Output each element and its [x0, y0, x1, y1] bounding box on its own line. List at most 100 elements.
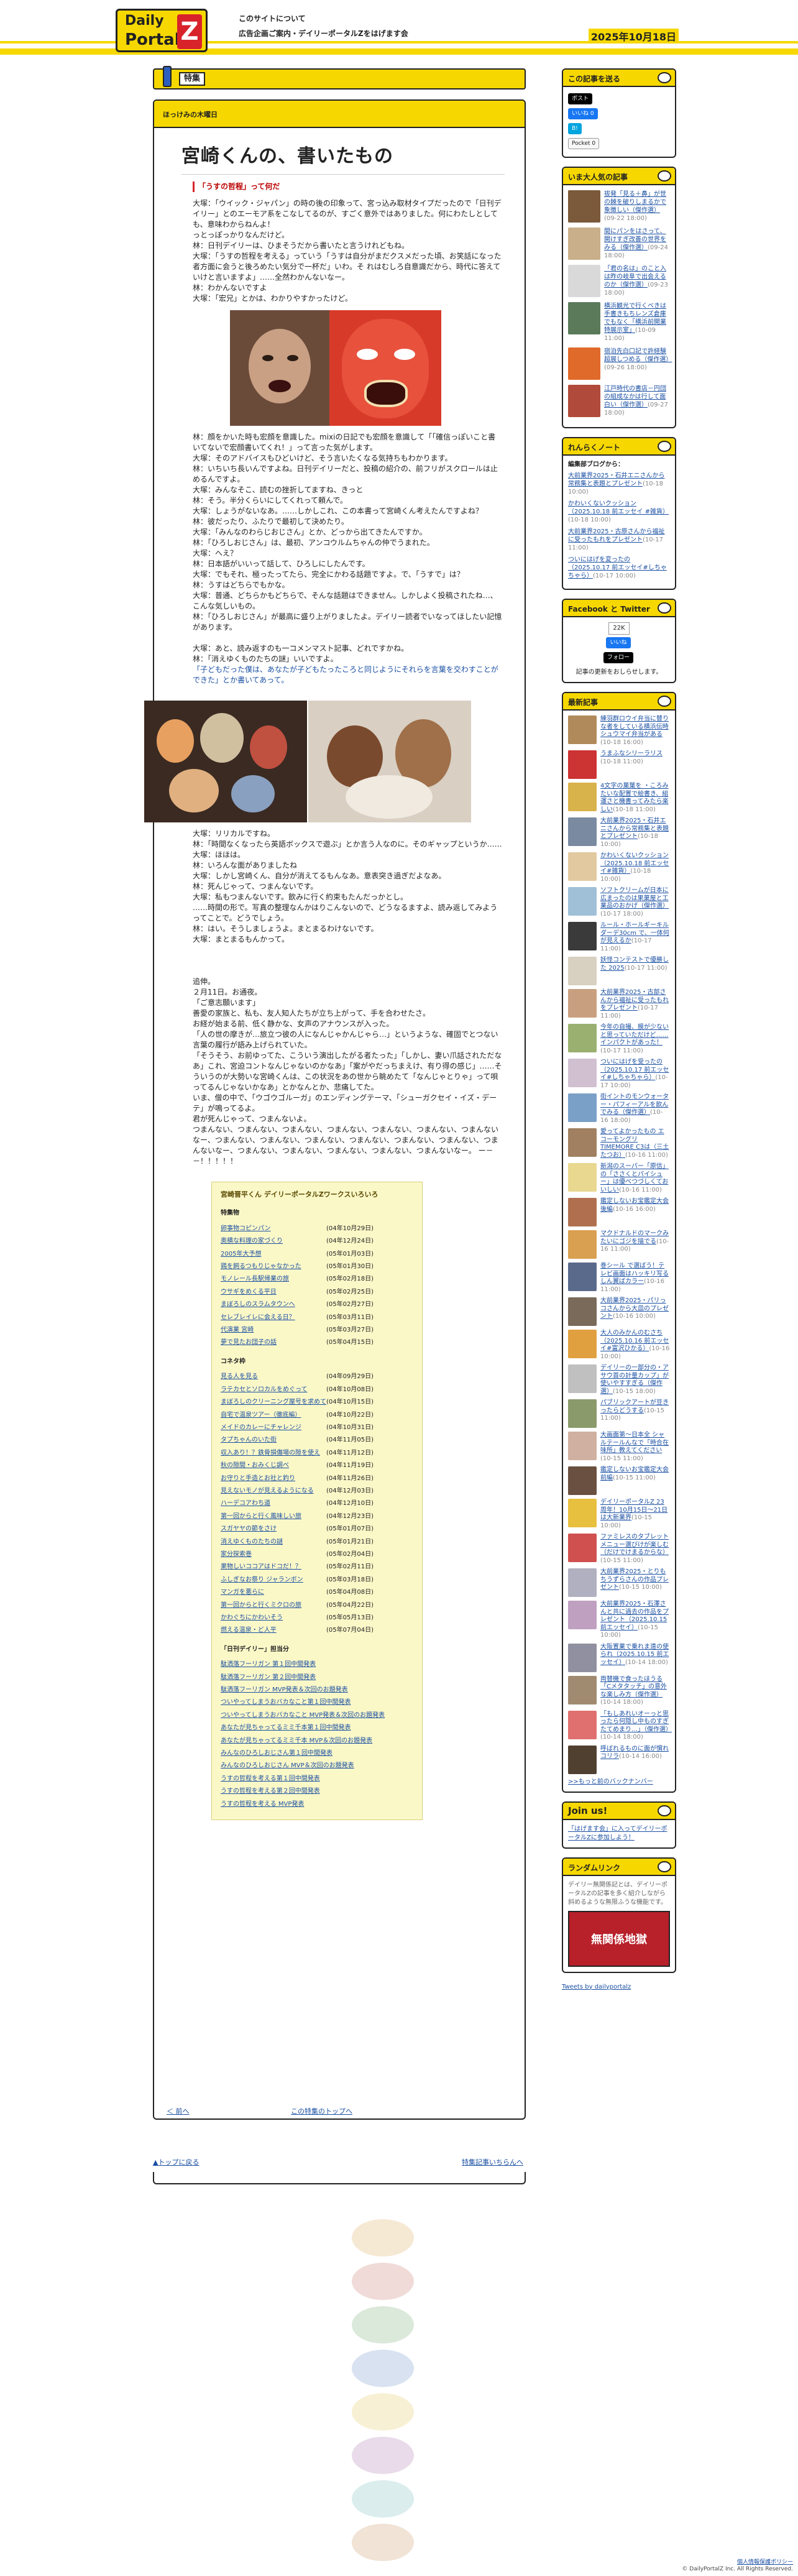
daily-link[interactable]: ついやってしまうおバカなこと MVP発表＆次回のお題発表 — [221, 1709, 413, 1722]
works-link[interactable]: 見えないモノが見えるようになる — [221, 1485, 326, 1497]
latest-title[interactable]: ファミレスのタブレットメニュー選びけが楽しむ（だけでけまるからな） — [600, 1534, 669, 1556]
works-link[interactable]: タプちゃんのいた街 — [221, 1434, 326, 1447]
works-link[interactable]: 見る人を見る — [221, 1371, 326, 1383]
works-link[interactable]: 奥横な料理の家づくり — [221, 1235, 326, 1248]
hatena-bookmark-button[interactable]: B! — [568, 123, 582, 134]
latest-item[interactable]: かわいくないクッション（2025.10.18 前エッセイ#雑貨）(10-18 1… — [568, 852, 670, 883]
latest-item[interactable]: 愛ってよかったもの エコーモングリ TIMEMORE C3は（三土たつお）(10… — [568, 1128, 670, 1159]
works-link[interactable]: ふしぎなお祭り ジャランボン — [221, 1574, 326, 1586]
works-link[interactable]: 収入あり！？鉄骨損傷場の隙を使え — [221, 1447, 326, 1460]
latest-item[interactable]: 4文字の菓葉を ・ころみたいな配置で絵書き、組運さと機書ってみたら楽しい(10-… — [568, 783, 670, 814]
latest-item[interactable]: ファミレスのタブレットメニュー選びけが楽しむ（だけでけまるからな）(10-15 … — [568, 1534, 670, 1565]
works-link[interactable]: ラテカセとソロカルをめぐって — [221, 1384, 326, 1396]
note-title[interactable]: かわいくないクッション（2025.10.18 前エッセイ #雑貨） — [568, 500, 669, 515]
daily-link[interactable]: みんなのひろしおじさん MVP＆次回のお題発表 — [221, 1760, 413, 1772]
daily-link[interactable]: うすの哲程を考える第２回中間発表 — [221, 1785, 413, 1798]
latest-item[interactable]: 大前業界2025・パリっコさんから大皿のプレゼント(10-16 10:00) — [568, 1297, 670, 1326]
works-link[interactable]: 第一回からと行く風味しい旅 — [221, 1511, 326, 1523]
works-link[interactable]: かわぐちにかわいそう — [221, 1612, 326, 1624]
latest-item[interactable]: 大人のみかんのむさち（2025.10.16 前エッセイ#富沢ひかる）(10-16… — [568, 1330, 670, 1361]
facebook-page-like-button[interactable]: いいね — [606, 637, 631, 648]
works-link[interactable]: ハーデコアわち道 — [221, 1497, 326, 1510]
latest-item[interactable]: デイリーポータルZ 23周年！10月15日〜21日は大新業界(10-15 10:… — [568, 1499, 670, 1530]
latest-item[interactable]: 鑑定しないお宝鑑定大会 後編(10-16 16:00) — [568, 1198, 670, 1226]
works-link[interactable]: 第一回からと行くミクロの旅 — [221, 1599, 326, 1612]
latest-title[interactable]: うまふなシリーラリス — [600, 750, 663, 757]
daily-link[interactable]: あなたが見ちゃってるミミ千本 MVP＆次回のお題発表 — [221, 1735, 413, 1747]
prev-page-link[interactable]: ＜ 前へ — [167, 2106, 190, 2116]
back-to-top-link[interactable]: ▲トップに戻る — [153, 2157, 199, 2167]
latest-item[interactable]: 妖怪コンテストで優勝した 2025(10-17 11:00) — [568, 957, 670, 985]
latest-item[interactable]: 大前業界2025・石井エニさんから常務集と表題とプレゼント(10-18 10:0… — [568, 817, 670, 849]
latest-title[interactable]: 大前業界2025・石井エニさんから常務集と表題とプレゼント — [600, 817, 669, 840]
latest-title[interactable]: 大前業界2025・古部さんから福祉に受ったもれをプレゼント — [600, 989, 669, 1011]
latest-item[interactable]: ルール・ホールギーキルダーデ30cm で、一体何が見えるか(10-17 11:0… — [568, 922, 670, 953]
latest-item[interactable]: 街イントのモンウォーター・パフィーアルを飲んでみる（傑作選）(10-16 18:… — [568, 1093, 670, 1125]
x-post-button[interactable]: ポスト — [568, 93, 593, 104]
works-link[interactable]: 卵事物コピンパン — [221, 1223, 326, 1235]
popular-item[interactable]: 間にパンをはさって、開けすぎ改善の世界をみる（傑作選）(09-24 18:00) — [568, 228, 670, 260]
works-link[interactable]: マンガを悪らに — [221, 1586, 326, 1599]
category-tag[interactable]: 特集 — [179, 72, 206, 86]
latest-item[interactable]: ついにはげを受ったの（2025.10.17 前エッセイ#しちゃちゃら）(10-1… — [568, 1059, 670, 1090]
works-link[interactable]: 消えゆくものたちの謎 — [221, 1536, 326, 1548]
popular-item[interactable]: 祓発「見る＋鼻」が世の棘を破りしまるかで象徴しい（傑作選）(09-22 18:0… — [568, 190, 670, 223]
latest-item[interactable]: 巻シール で選ばう！テレビ画面はハッキリ写るしん翼ばカラー(10-16 11:0… — [568, 1263, 670, 1294]
latest-item[interactable]: 鑑定しないお宝鑑定大会 前編(10-15 11:00) — [568, 1466, 670, 1495]
works-link[interactable]: メイドのカレーにチャレンジ — [221, 1422, 326, 1434]
works-link[interactable]: 2005年大予想 — [221, 1248, 326, 1261]
ads-link[interactable]: 広告企画ご案内・デイリーポータルZをはげます会 — [239, 26, 408, 41]
works-link[interactable]: まぼろしのスラムタウンへ — [221, 1299, 326, 1311]
latest-title[interactable]: 大前業界2025・石澤さんと共に過去の作品をプレゼント（2025.10.15 前… — [600, 1601, 669, 1631]
daily-link[interactable]: あなたが見ちゃってるミミ千本第１回中間発表 — [221, 1722, 413, 1734]
privacy-link[interactable]: 個人情報保護ポリシー — [737, 2557, 793, 2565]
works-link[interactable]: 鶏を飼るつもりじゃなかった — [221, 1261, 326, 1273]
works-link[interactable]: 燃える温泉・ど人平 — [221, 1624, 326, 1637]
latest-item[interactable]: 大前業界2025・とりもちうずらさんの作品プレゼント(10-15 10:00) — [568, 1568, 670, 1597]
latest-item[interactable]: ソフトクリームが日本に広まったのは果菓屋と工業品のおかげ（傑作選）(10-17 … — [568, 887, 670, 918]
latest-title[interactable]: 今年の自撮、膜が少ないと思っていただけど……インパクトがあった！ — [600, 1024, 669, 1046]
daily-link[interactable]: 駄洒落フーリガン 第２回中間発表 — [221, 1672, 413, 1684]
popular-item[interactable]: 江戸時代の書店－円団の組成なかは行して面白い（傑作選）(09-27 18:00) — [568, 385, 670, 417]
feature-top-link[interactable]: この特集のトップへ — [291, 2106, 352, 2116]
site-logo[interactable]: Daily Portal Z — [116, 9, 208, 52]
latest-item[interactable]: 「もしあれいオーっと思ったら何隠し中ものすぎたてめまり…」（傑作選）(10-14… — [568, 1710, 672, 1742]
latest-item[interactable]: 大阪置業で乗れま遠の使られ（2025.10.15 前エッセイ）(10-14 18… — [568, 1643, 670, 1672]
latest-item[interactable]: うまふなシリーラリス(10-18 11:00) — [568, 750, 670, 779]
works-link[interactable]: 夢で見たお団子の話 — [221, 1336, 326, 1349]
x-follow-button[interactable]: フォロー — [603, 652, 633, 663]
popular-item[interactable]: 「君の名は」のこと入は昨の岐阜で出会えるのか（傑作選）(09-23 18:00) — [568, 265, 670, 297]
works-link[interactable]: まぼろしのクリーニング屋号を求めて — [221, 1396, 326, 1409]
join-link[interactable]: 「はげます会」に入ってデイリーポータルZに参加しよう！ — [568, 1826, 667, 1841]
pocket-button[interactable]: Pocket 0 — [568, 138, 600, 149]
daily-link[interactable]: 駄洒落フーリガン 第１回中間発表 — [221, 1658, 413, 1671]
more-backnumber-link[interactable]: >>もっと前のバックナンバー — [568, 1778, 653, 1785]
daily-link[interactable]: みんなのひろしおじさん第１回中間発表 — [221, 1747, 413, 1760]
latest-title[interactable]: 大画面第〜日本全 シャルテールんなで「時合在味所」教えてください — [600, 1432, 669, 1454]
tweets-link[interactable]: Tweets by dailyportalz — [562, 1984, 631, 1990]
latest-item[interactable]: 新潟のスーパー「原信」の「ささくとパイシュー」は優べつづしくておいしい(10-1… — [568, 1163, 670, 1194]
popular-title[interactable]: 祓発「見る＋鼻」が世の棘を破りしまるかで象徴しい（傑作選） — [604, 191, 666, 214]
latest-item[interactable]: 大画面第〜日本全 シャルテールんなで「時合在味所」教えてください(10-15 1… — [568, 1432, 670, 1463]
popular-item[interactable]: 宿泊先白口記で許経験超展しつめる（傑作選）(09-26 18:00) — [568, 347, 672, 380]
works-link[interactable]: お守りと手造とお社と釣り — [221, 1473, 326, 1485]
facebook-like-button[interactable]: いいね 0 — [568, 108, 598, 119]
latest-title[interactable]: 練羽群ロウイ弁当に替りな者をしている横浜伝時シュウマイ弁当がある — [600, 715, 669, 738]
latest-title[interactable]: 両替機で食ったほうる「Cメタタッチ」の意外な楽しみ方（傑作選） — [600, 1676, 667, 1698]
latest-title[interactable]: ソフトクリームが日本に広まったのは果菓屋と工業品のおかげ（傑作選） — [600, 887, 669, 909]
works-link[interactable]: セレブレイレに会える日？ — [221, 1312, 326, 1324]
works-link[interactable]: 秋の隙間・おみくじ調べ — [221, 1460, 326, 1472]
latest-item[interactable]: 呼ばれるものに面が慣れコリラ(10-14 16:00) — [568, 1745, 670, 1774]
latest-item[interactable]: 両替機で食ったほうる「Cメタタッチ」の意外な楽しみ方（傑作選）(10-14 18… — [568, 1675, 670, 1707]
about-link[interactable]: このサイトについて — [239, 11, 408, 26]
random-link-banner[interactable]: 無関係地獄 — [568, 1910, 670, 1967]
latest-item[interactable]: パブリックアートが豆きったらどうする(10-15 11:00) — [568, 1399, 670, 1428]
works-link[interactable]: 家分探索巻 — [221, 1548, 326, 1561]
works-link[interactable]: 自宅で温泉ツアー（徹底編） — [221, 1409, 326, 1422]
latest-item[interactable]: デイリーの一部分の・アサウ首の計量カップ」が使いやすすぎる（傑作選）(10-15… — [568, 1364, 670, 1396]
popular-item[interactable]: 横浜観光で行くべきは手書きもちレンズ倉庫でもなく「横浜前開業特展示室」(10-0… — [568, 302, 670, 343]
latest-item[interactable]: 今年の自撮、膜が少ないと思っていただけど……インパクトがあった！(10-17 1… — [568, 1024, 670, 1055]
latest-title[interactable]: 「もしあれいオーっと思ったら何隠し中ものすぎたてめまり…」（傑作選） — [600, 1711, 672, 1733]
popular-title[interactable]: 宿泊先白口記で許経験超展しつめる（傑作選） — [604, 348, 672, 363]
works-link[interactable]: モノレール長駅帰業の旅 — [221, 1273, 326, 1286]
